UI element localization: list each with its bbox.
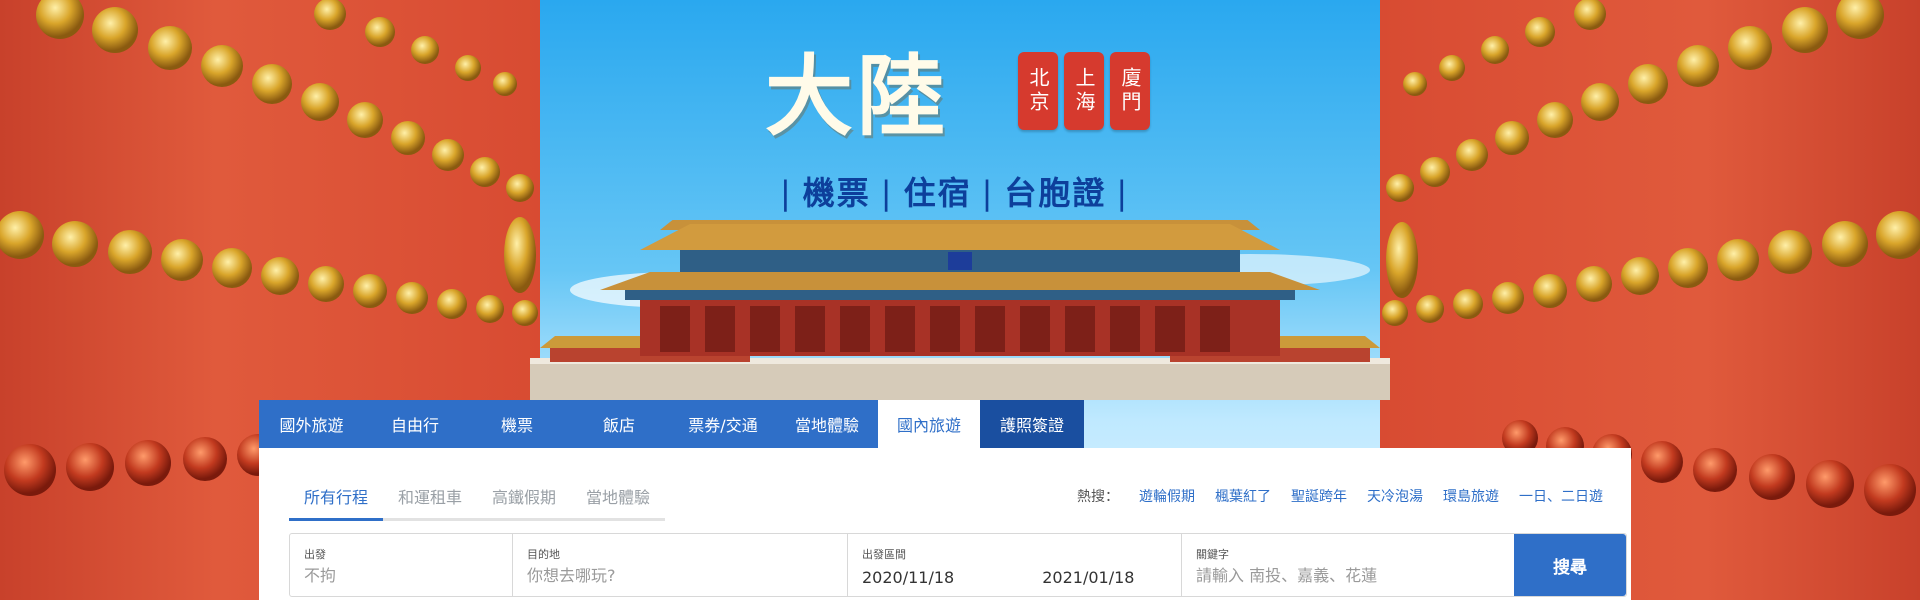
destination-label: 目的地: [527, 548, 560, 561]
hero-banner: 大陸 北京 上海 廈門 | 機票 | 住宿 | 台胞證 | 國外旅遊 自由行 機票 飯店 票…: [0, 0, 1920, 600]
keyword-input[interactable]: [1196, 566, 1500, 585]
destination-field[interactable]: 目的地: [513, 534, 848, 596]
travel-search-panel: 國外旅遊 自由行 機票 飯店 票券/交通 當地體驗 國內旅遊 護照簽證 所有行程…: [259, 400, 1631, 600]
end-date[interactable]: 2021/01/18: [1042, 568, 1134, 587]
hot-search-list: 熱搜： 遊輪假期 楓葉紅了 聖誕跨年 天冷泡湯 環島旅遊 一日、二日遊: [1077, 486, 1603, 506]
service-hotel: 住宿: [903, 174, 972, 212]
date-range-field[interactable]: 出發區間 2020/11/18 2021/01/18: [848, 534, 1182, 596]
depart-field[interactable]: 出發: [290, 534, 513, 596]
destination-input[interactable]: [527, 566, 833, 585]
promo-services: | 機票 | 住宿 | 台胞證 |: [770, 168, 1139, 214]
divider: |: [1116, 174, 1130, 212]
start-date[interactable]: 2020/11/18: [862, 568, 954, 587]
tab-flights[interactable]: 機票: [466, 400, 568, 448]
service-flight: 機票: [802, 174, 871, 212]
hot-search-link[interactable]: 楓葉紅了: [1215, 486, 1271, 506]
divider: |: [880, 174, 894, 212]
depart-label: 出發: [304, 548, 326, 561]
city-tag-shanghai: 上海: [1064, 52, 1104, 130]
main-category-tabs: 國外旅遊 自由行 機票 飯店 票券/交通 當地體驗 國內旅遊 護照簽證: [259, 400, 1084, 448]
city-tags: 北京 上海 廈門: [1018, 52, 1150, 130]
hot-search-link[interactable]: 聖誕跨年: [1291, 486, 1347, 506]
promo-headline: 大陸 北京 上海 廈門 | 機票 | 住宿 | 台胞證 |: [760, 26, 1180, 236]
forbidden-city-palace-image: [530, 220, 1390, 400]
search-card: 所有行程 和運租車 高鐵假期 當地體驗 熱搜： 遊輪假期 楓葉紅了 聖誕跨年 天…: [259, 448, 1631, 600]
depart-input[interactable]: [304, 566, 498, 585]
hot-search-link[interactable]: 天冷泡湯: [1367, 486, 1423, 506]
tab-passport-visa[interactable]: 護照簽證: [980, 400, 1084, 448]
city-tag-xiamen: 廈門: [1110, 52, 1150, 130]
keyword-label: 關鍵字: [1196, 548, 1229, 561]
subtab-all-itineraries[interactable]: 所有行程: [289, 484, 383, 521]
search-form: 出發 目的地 出發區間 2020/11/18 2021/01/18 關鍵字: [289, 533, 1627, 597]
city-tag-beijing: 北京: [1018, 52, 1058, 130]
keyword-field[interactable]: 關鍵字: [1182, 534, 1514, 596]
tab-hotels[interactable]: 飯店: [568, 400, 670, 448]
tab-local-experience[interactable]: 當地體驗: [776, 400, 878, 448]
divider: |: [780, 174, 793, 212]
hot-search-link[interactable]: 遊輪假期: [1139, 486, 1195, 506]
divider: |: [981, 174, 995, 212]
date-range-label: 出發區間: [862, 548, 906, 561]
hot-search-link[interactable]: 環島旅遊: [1443, 486, 1499, 506]
subtab-car-rental[interactable]: 和運租車: [383, 484, 477, 521]
subtab-local-experience[interactable]: 當地體驗: [571, 484, 665, 521]
hot-search-link[interactable]: 一日、二日遊: [1519, 486, 1603, 506]
promo-title: 大陸: [765, 44, 950, 148]
subtab-hsr-holiday[interactable]: 高鐵假期: [477, 484, 571, 521]
hot-search-label: 熱搜：: [1077, 489, 1119, 505]
tab-free-travel[interactable]: 自由行: [364, 400, 466, 448]
search-button[interactable]: 搜尋: [1514, 534, 1626, 596]
tab-tickets-transport[interactable]: 票券/交通: [670, 400, 776, 448]
service-permit: 台胞證: [1004, 174, 1107, 212]
sub-tabs: 所有行程 和運租車 高鐵假期 當地體驗: [289, 484, 665, 521]
tab-overseas-travel[interactable]: 國外旅遊: [259, 400, 364, 448]
tab-domestic-travel[interactable]: 國內旅遊: [878, 400, 980, 448]
